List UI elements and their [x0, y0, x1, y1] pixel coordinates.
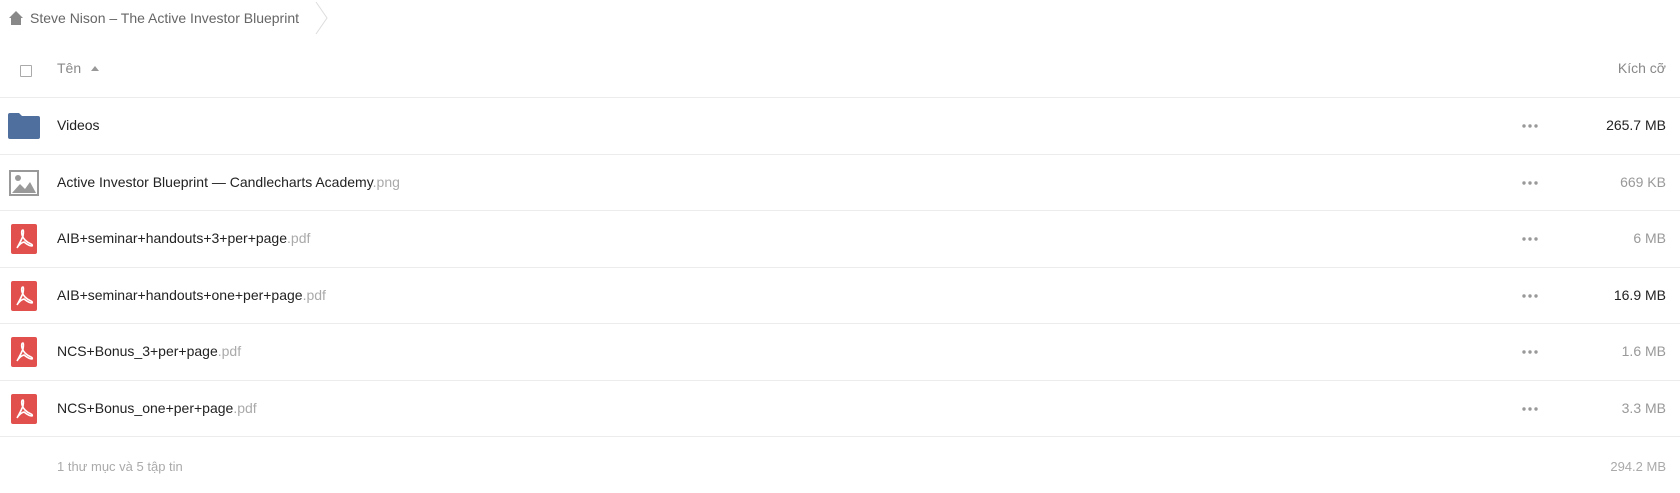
file-size: 669 KB — [1620, 173, 1666, 190]
file-table: Tên Kích cỡ Videos 265.7 MB Active Investo… — [0, 42, 1680, 493]
file-size: 265.7 MB — [1606, 117, 1666, 133]
home-icon[interactable] — [8, 10, 24, 26]
file-extension: .png — [372, 173, 400, 190]
file-size: 3.3 MB — [1621, 399, 1666, 416]
table-row[interactable]: NCS+Bonus_3+per+page.pdf 1.6 MB — [0, 324, 1680, 381]
file-size: 6 MB — [1633, 230, 1666, 246]
more-actions-icon[interactable] — [1519, 231, 1541, 247]
pdf-icon — [8, 336, 40, 368]
image-icon — [8, 167, 40, 199]
table-row[interactable]: AIB+seminar+handouts+one+per+page.pdf 16.… — [0, 268, 1680, 324]
file-basename: Active Investor Blueprint — Candlecharts… — [57, 173, 373, 190]
file-basename: NCS+Bonus_one+per+page — [57, 399, 234, 416]
sort-ascending-icon — [91, 65, 100, 71]
file-basename: Videos — [57, 117, 100, 133]
file-size: 1.6 MB — [1621, 343, 1666, 359]
file-basename: NCS+Bonus_3+per+page — [57, 343, 218, 359]
file-name[interactable]: Videos — [57, 117, 100, 133]
file-size: 16.9 MB — [1613, 286, 1666, 303]
file-basename: AIB+seminar+handouts+one+per+page — [57, 286, 303, 303]
file-extension: .pdf — [287, 230, 311, 246]
file-name[interactable]: NCS+Bonus_one+per+page.pdf — [57, 400, 257, 416]
summary-text: 1 thư mục và 5 tập tin — [57, 459, 183, 474]
pdf-icon — [8, 393, 40, 425]
file-name[interactable]: AIB+seminar+handouts+one+per+page.pdf — [57, 287, 326, 303]
breadcrumb: Steve Nison – The Active Investor Bluepr… — [8, 0, 329, 36]
more-actions-icon[interactable] — [1519, 288, 1541, 304]
name-column-header[interactable]: Tên — [57, 60, 100, 76]
breadcrumb-separator-icon — [315, 1, 329, 35]
table-row[interactable]: Videos 265.7 MB — [0, 98, 1680, 155]
pdf-icon — [8, 223, 40, 255]
folder-icon — [8, 110, 40, 142]
file-name[interactable]: NCS+Bonus_3+per+page.pdf — [57, 343, 241, 359]
file-basename: AIB+seminar+handouts+3+per+page — [57, 230, 288, 246]
file-extension: .pdf — [302, 286, 326, 303]
file-name[interactable]: Active Investor Blueprint — Candlecharts… — [57, 174, 400, 190]
table-row[interactable]: NCS+Bonus_one+per+page.pdf 3.3 MB — [0, 381, 1680, 437]
summary-total-size: 294.2 MB — [1610, 459, 1666, 474]
more-actions-icon[interactable] — [1519, 401, 1541, 417]
size-column-header[interactable]: Kích cỡ — [1618, 60, 1666, 76]
file-name[interactable]: AIB+seminar+handouts+3+per+page.pdf — [57, 230, 310, 246]
more-actions-icon[interactable] — [1519, 118, 1541, 134]
table-header: Tên Kích cỡ — [0, 42, 1680, 98]
file-extension: .pdf — [233, 399, 257, 416]
more-actions-icon[interactable] — [1519, 175, 1541, 191]
more-actions-icon[interactable] — [1519, 344, 1541, 360]
name-column-label: Tên — [57, 60, 82, 76]
table-row[interactable]: Active Investor Blueprint — Candlecharts… — [0, 155, 1680, 211]
select-all-checkbox[interactable] — [20, 65, 32, 77]
table-row[interactable]: AIB+seminar+handouts+3+per+page.pdf 6 MB — [0, 211, 1680, 268]
file-extension: .pdf — [217, 343, 242, 359]
pdf-icon — [8, 280, 40, 312]
breadcrumb-current[interactable]: Steve Nison – The Active Investor Bluepr… — [30, 10, 299, 26]
summary-row: 1 thư mục và 5 tập tin 294.2 MB — [0, 437, 1680, 493]
